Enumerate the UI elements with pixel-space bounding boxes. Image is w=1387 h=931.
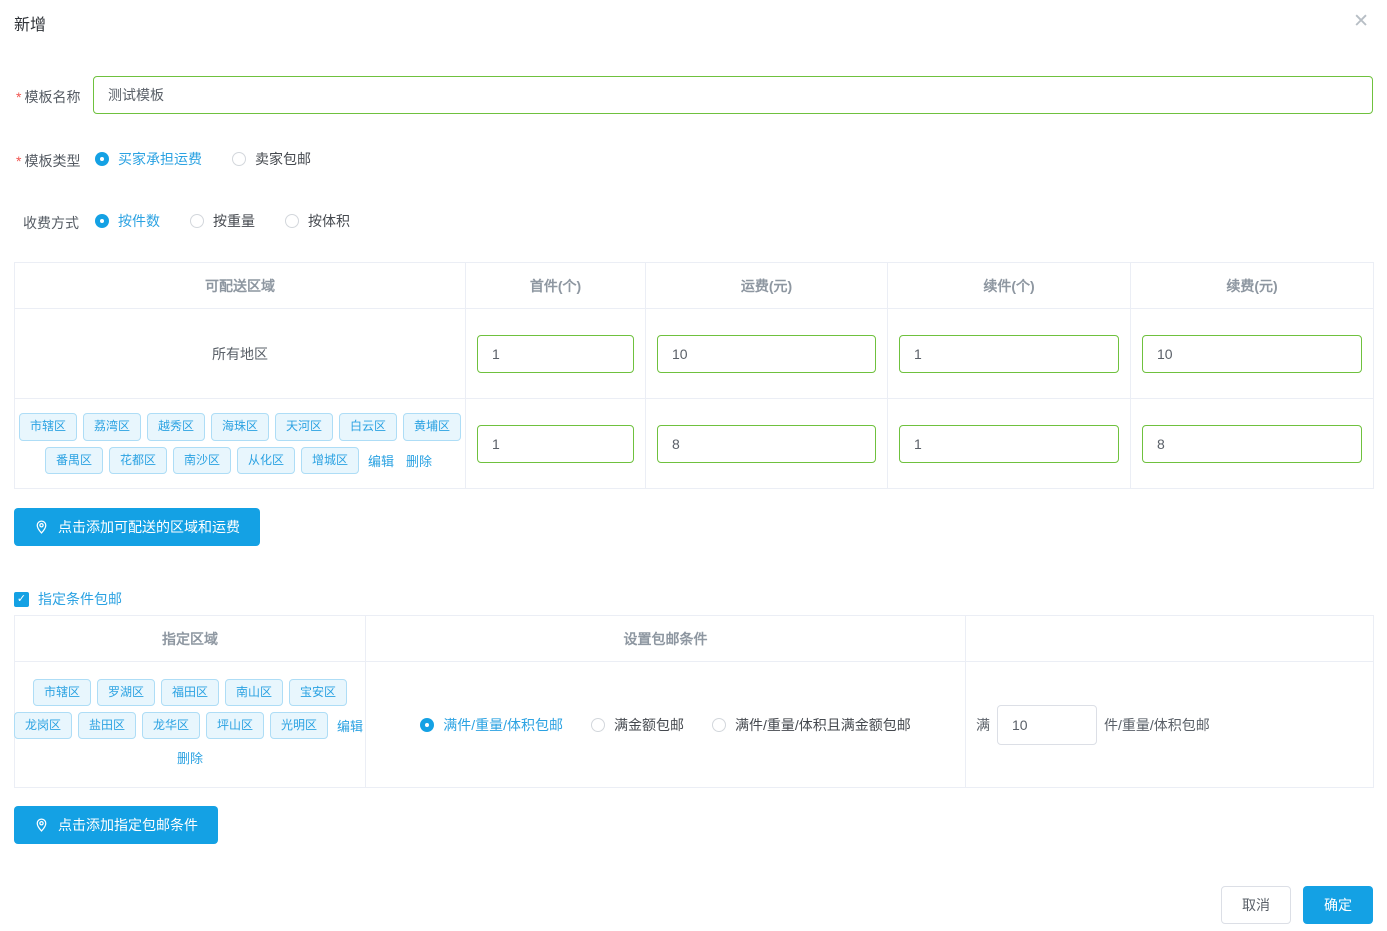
table-row: 市辖区 荔湾区 越秀区 海珠区 天河区 白云区 黄埔区 番禺区 花都区 南沙区 … xyxy=(15,399,1374,489)
required-asterisk: * xyxy=(16,89,21,105)
charge-method-radio-group: 按件数 按重量 按体积 xyxy=(95,211,350,231)
radio-qty-weight-volume-free[interactable]: 满件/重量/体积包邮 xyxy=(420,715,563,735)
region-tag: 花都区 xyxy=(109,447,167,474)
region-tag: 罗湖区 xyxy=(97,679,155,706)
next-qty-input[interactable] xyxy=(899,425,1119,463)
region-tag: 越秀区 xyxy=(147,413,205,440)
region-tag: 荔湾区 xyxy=(83,413,141,440)
template-type-label: *模板类型 xyxy=(16,151,80,171)
table-header-row: 可配送区域 首件(个) 运费(元) 续件(个) 续费(元) xyxy=(15,263,1374,309)
column-header: 设置包邮条件 xyxy=(366,616,966,662)
region-tag: 龙岗区 xyxy=(14,712,72,739)
radio-unselected-icon xyxy=(190,214,204,228)
page-title: 新增 xyxy=(14,11,46,35)
region-tag: 南山区 xyxy=(225,679,283,706)
first-fee-input[interactable] xyxy=(657,425,876,463)
designated-area-tags-cell: 市辖区 罗湖区 福田区 南山区 宝安区 龙岗区 盐田区 龙华区 坪山区 光明区 … xyxy=(15,662,366,788)
region-tag: 黄埔区 xyxy=(403,413,461,440)
radio-unselected-icon xyxy=(285,214,299,228)
required-asterisk: * xyxy=(16,153,21,169)
column-header: 指定区域 xyxy=(15,616,366,662)
charge-method-label: 收费方式 xyxy=(23,213,79,233)
add-delivery-area-button[interactable]: 点击添加可配送的区域和运费 xyxy=(14,508,260,546)
radio-selected-icon xyxy=(420,718,434,732)
radio-selected-icon xyxy=(95,214,109,228)
next-fee-input[interactable] xyxy=(1142,425,1362,463)
region-tag: 白云区 xyxy=(339,413,397,440)
table-row: 市辖区 罗湖区 福田区 南山区 宝安区 龙岗区 盐田区 龙华区 坪山区 光明区 … xyxy=(15,662,1374,788)
shipping-fee-table: 可配送区域 首件(个) 运费(元) 续件(个) 续费(元) 所有地区 市辖区 荔… xyxy=(14,262,1374,489)
region-tag: 宝安区 xyxy=(289,679,347,706)
table-row: 所有地区 xyxy=(15,309,1374,399)
area-tags-cell: 市辖区 荔湾区 越秀区 海珠区 天河区 白云区 黄埔区 番禺区 花都区 南沙区 … xyxy=(15,399,466,489)
radio-amount-free[interactable]: 满金额包邮 xyxy=(591,715,684,735)
region-tag: 增城区 xyxy=(301,447,359,474)
region-tag: 盐田区 xyxy=(78,712,136,739)
region-tag: 番禺区 xyxy=(45,447,103,474)
threshold-input[interactable] xyxy=(997,705,1097,745)
condition-radio-group: 满件/重量/体积包邮 满金额包邮 满件/重量/体积且满金额包邮 xyxy=(366,715,965,735)
add-free-shipping-condition-button[interactable]: 点击添加指定包邮条件 xyxy=(14,806,218,844)
column-header: 续件(个) xyxy=(888,263,1131,309)
delete-link[interactable]: 删除 xyxy=(177,748,203,767)
first-fee-input[interactable] xyxy=(657,335,876,373)
region-tag: 福田区 xyxy=(161,679,219,706)
checkbox-checked-icon: ✓ xyxy=(14,592,29,607)
conditional-free-shipping-checkbox[interactable]: ✓ 指定条件包邮 xyxy=(14,589,122,609)
region-tag: 市辖区 xyxy=(19,413,77,440)
table-header-row: 指定区域 设置包邮条件 xyxy=(15,616,1374,662)
edit-link[interactable]: 编辑 xyxy=(337,716,363,735)
region-tag: 市辖区 xyxy=(33,679,91,706)
radio-by-weight[interactable]: 按重量 xyxy=(190,211,255,231)
template-type-radio-group: 买家承担运费 卖家包邮 xyxy=(95,149,311,169)
first-qty-input[interactable] xyxy=(477,425,634,463)
cancel-button[interactable]: 取消 xyxy=(1221,886,1291,924)
next-fee-input[interactable] xyxy=(1142,335,1362,373)
region-tag: 南沙区 xyxy=(173,447,231,474)
radio-by-volume[interactable]: 按体积 xyxy=(285,211,350,231)
radio-unselected-icon xyxy=(591,718,605,732)
radio-unselected-icon xyxy=(712,718,726,732)
radio-seller-free-shipping[interactable]: 卖家包邮 xyxy=(232,149,311,169)
radio-selected-icon xyxy=(95,152,109,166)
close-icon[interactable]: ✕ xyxy=(1349,8,1373,35)
radio-qty-and-amount-free[interactable]: 满件/重量/体积且满金额包邮 xyxy=(712,715,911,735)
template-name-label: *模板名称 xyxy=(16,87,80,107)
next-qty-input[interactable] xyxy=(899,335,1119,373)
threshold-prefix: 满 xyxy=(976,715,990,735)
condition-options-cell: 满件/重量/体积包邮 满金额包邮 满件/重量/体积且满金额包邮 xyxy=(366,662,966,788)
column-header: 运费(元) xyxy=(646,263,888,309)
threshold-suffix: 件/重量/体积包邮 xyxy=(1104,715,1210,735)
location-pin-icon xyxy=(34,519,49,535)
radio-buyer-pays-shipping[interactable]: 买家承担运费 xyxy=(95,149,202,169)
radio-by-piece[interactable]: 按件数 xyxy=(95,211,160,231)
delete-link[interactable]: 删除 xyxy=(406,451,432,470)
free-shipping-condition-table: 指定区域 设置包邮条件 市辖区 罗湖区 福田区 南山区 宝安区 龙岗区 盐田区 … xyxy=(14,615,1374,788)
region-tag: 坪山区 xyxy=(206,712,264,739)
edit-link[interactable]: 编辑 xyxy=(368,451,394,470)
region-tag: 天河区 xyxy=(275,413,333,440)
column-header: 首件(个) xyxy=(466,263,646,309)
region-tag: 从化区 xyxy=(237,447,295,474)
column-header: 可配送区域 xyxy=(15,263,466,309)
region-tag: 海珠区 xyxy=(211,413,269,440)
area-cell: 所有地区 xyxy=(15,309,466,399)
confirm-button[interactable]: 确定 xyxy=(1303,886,1373,924)
column-header: 续费(元) xyxy=(1131,263,1374,309)
radio-unselected-icon xyxy=(232,152,246,166)
location-pin-icon xyxy=(34,817,49,833)
first-qty-input[interactable] xyxy=(477,335,634,373)
region-tag: 光明区 xyxy=(270,712,328,739)
template-name-input[interactable] xyxy=(93,76,1373,114)
threshold-cell: 满 件/重量/体积包邮 xyxy=(966,662,1374,788)
region-tag: 龙华区 xyxy=(142,712,200,739)
column-header xyxy=(966,616,1374,662)
